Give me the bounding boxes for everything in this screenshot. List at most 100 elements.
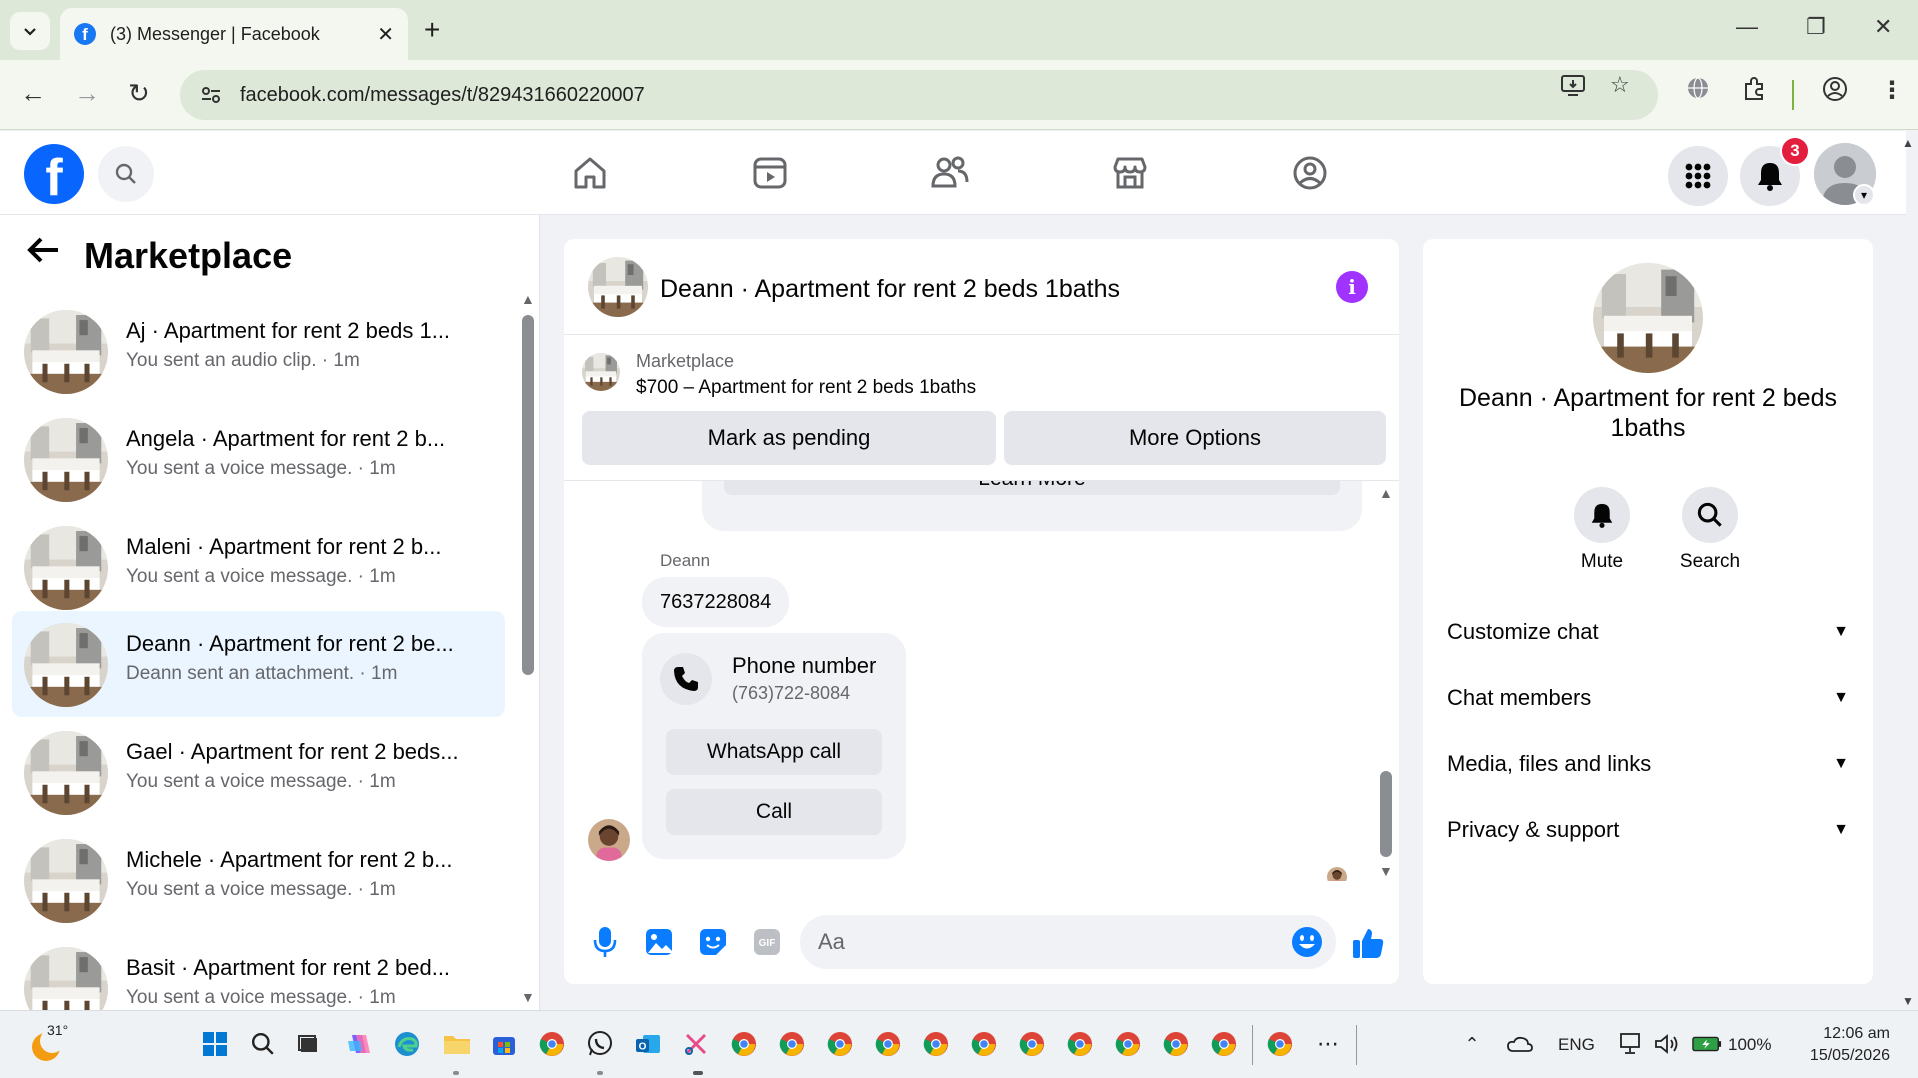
chrome-window-icon[interactable] [1209,1029,1239,1059]
bookmark-star-icon[interactable]: ☆ [1610,72,1630,98]
customize-chat-row[interactable]: Customize chat ▼ [1447,607,1857,657]
chrome-window-icon[interactable] [969,1029,999,1059]
conversation-michele[interactable]: Michele · Apartment for rent 2 b... You … [12,827,505,933]
file-explorer-icon[interactable] [442,1029,472,1059]
info-icon[interactable]: i [1336,271,1368,303]
marketplace-nav-icon[interactable] [1108,151,1152,195]
tab-search-button[interactable] [10,12,50,50]
chat-members-row[interactable]: Chat members ▼ [1447,673,1857,723]
more-options-button[interactable]: More Options [1004,411,1386,465]
listing-thumbnail[interactable] [582,353,620,391]
chrome-window-icon[interactable] [729,1029,759,1059]
chat-avatar[interactable] [588,257,648,317]
chat-title[interactable]: Deann · Apartment for rent 2 beds 1baths [660,275,1120,304]
facebook-search-button[interactable] [98,146,154,202]
profile-icon[interactable] [1822,76,1848,109]
language-indicator[interactable]: ENG [1558,1035,1595,1055]
close-window-icon[interactable]: ✕ [1874,14,1892,40]
whatsapp-call-button[interactable]: WhatsApp call [666,729,882,775]
conversation-deann[interactable]: Deann · Apartment for rent 2 be... Deann… [12,611,505,717]
learn-more-button[interactable]: Learn More [724,481,1340,495]
like-thumbs-up-icon[interactable] [1348,923,1388,963]
message-thread-scrollbar[interactable] [1380,771,1392,857]
microphone-icon[interactable] [588,925,622,959]
emoji-icon[interactable] [1290,925,1324,959]
message-input[interactable] [800,915,1336,969]
browser-menu-icon[interactable]: ⋮ [1880,76,1904,105]
install-app-icon[interactable] [1560,72,1586,104]
friends-nav-icon[interactable] [928,151,972,195]
back-icon[interactable]: ← [20,78,46,109]
more-apps-icon[interactable]: ⋯ [1313,1029,1343,1059]
new-tab-button[interactable]: + [424,14,440,46]
account-chevron-icon[interactable]: ▾ [1853,184,1875,206]
menu-grid-button[interactable] [1668,146,1728,206]
restore-icon[interactable]: ❐ [1806,14,1826,40]
gif-icon[interactable]: GIF [750,925,784,959]
microsoft-store-icon[interactable] [489,1029,519,1059]
whatsapp-icon[interactable] [585,1029,615,1059]
sticker-icon[interactable] [696,925,730,959]
chrome-window-icon[interactable] [1265,1029,1295,1059]
home-nav-icon[interactable] [568,151,612,195]
volume-icon[interactable] [1652,1029,1682,1059]
edge-icon[interactable] [392,1029,422,1059]
chrome-window-icon[interactable] [777,1029,807,1059]
site-info-icon[interactable] [200,84,222,106]
chrome-window-icon[interactable] [1017,1029,1047,1059]
chrome-window-icon[interactable] [873,1029,903,1059]
gaming-nav-icon[interactable] [1288,151,1332,195]
conversation-maleni[interactable]: Maleni · Apartment for rent 2 b... You s… [12,514,505,620]
message-bubble[interactable]: 7637228084 [642,577,790,627]
tray-overflow-chevron-icon[interactable]: ⌃ [1457,1029,1487,1059]
translate-globe-icon[interactable] [1686,76,1710,107]
photo-icon[interactable] [642,925,676,959]
system-clock[interactable]: 12:06 am 15/05/2026 [1790,1023,1890,1067]
chrome-window-icon[interactable] [921,1029,951,1059]
mark-as-pending-button[interactable]: Mark as pending [582,411,996,465]
close-tab-icon[interactable]: ✕ [377,22,394,47]
browser-tab-messenger[interactable]: f (3) Messenger | Facebook ✕ [60,8,408,60]
taskbar-search-icon[interactable] [248,1029,278,1059]
forward-icon[interactable]: → [74,78,100,109]
privacy-support-row[interactable]: Privacy & support ▼ [1447,805,1857,855]
reload-icon[interactable]: ↻ [128,78,150,109]
scroll-down-arrow-icon[interactable]: ▼ [1379,863,1393,879]
listing-title[interactable]: $700 – Apartment for rent 2 beds 1baths [636,377,976,399]
extensions-puzzle-icon[interactable] [1742,76,1768,109]
address-bar[interactable]: facebook.com/messages/t/829431660220007 [180,70,1658,120]
windows-start-icon[interactable] [200,1029,230,1059]
conversation-gael[interactable]: Gael · Apartment for rent 2 beds... You … [12,719,505,825]
task-view-icon[interactable] [294,1029,324,1059]
scroll-up-arrow-icon[interactable]: ▲ [1379,485,1393,501]
media-files-links-row[interactable]: Media, files and links ▼ [1447,739,1857,789]
chrome-icon[interactable] [537,1029,567,1059]
sender-avatar[interactable] [588,819,630,861]
back-arrow-icon[interactable] [26,235,60,274]
search-action[interactable]: Search [1665,487,1755,573]
copilot-icon[interactable] [344,1029,374,1059]
mute-action[interactable]: Mute [1557,487,1647,573]
page-scroll-down-icon[interactable]: ▼ [1902,994,1914,1008]
network-icon[interactable] [1617,1029,1647,1059]
chrome-window-icon[interactable] [1161,1029,1191,1059]
conversation-angela[interactable]: Angela · Apartment for rent 2 b... You s… [12,406,505,512]
conversation-aj[interactable]: Aj · Apartment for rent 2 beds 1... You … [12,298,505,404]
onedrive-cloud-icon[interactable] [1505,1029,1535,1059]
chrome-window-icon[interactable] [1113,1029,1143,1059]
mute-bell-icon[interactable] [1574,487,1630,543]
outlook-icon[interactable]: O [633,1029,663,1059]
conversation-basit[interactable]: Basit · Apartment for rent 2 bed... You … [12,935,505,1010]
scroll-down-arrow-icon[interactable]: ▼ [521,989,535,1005]
battery-charging-icon[interactable] [1692,1029,1722,1059]
conversation-list-scrollbar[interactable] [522,315,534,675]
video-nav-icon[interactable] [748,151,792,195]
scroll-up-arrow-icon[interactable]: ▲ [521,291,535,307]
call-button[interactable]: Call [666,789,882,835]
chrome-window-icon[interactable] [825,1029,855,1059]
search-icon[interactable] [1682,487,1738,543]
chrome-window-icon[interactable] [1065,1029,1095,1059]
facebook-logo-icon[interactable]: f [24,144,84,204]
minimize-icon[interactable]: — [1736,14,1758,40]
snipping-tool-icon[interactable] [681,1029,711,1059]
